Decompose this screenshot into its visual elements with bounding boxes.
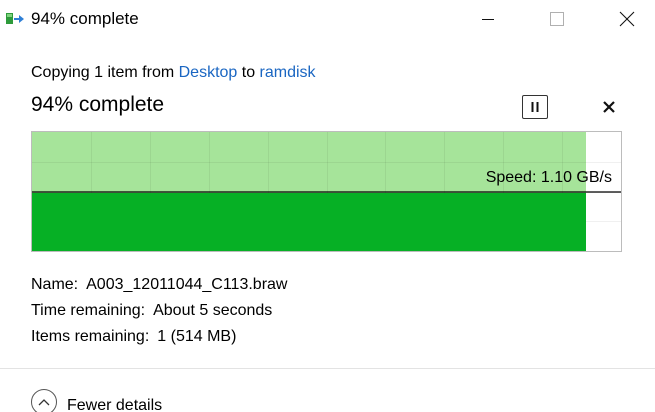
fewer-details-toggle[interactable]: Fewer details	[31, 389, 163, 412]
percent-complete-heading: 94% complete	[31, 93, 165, 116]
footer-divider	[0, 368, 655, 369]
minimize-button[interactable]	[465, 0, 511, 38]
cancel-button[interactable]	[597, 96, 621, 118]
copy-middle: to	[237, 64, 260, 81]
detail-items-row: Items remaining: 1 (514 MB)	[31, 324, 287, 350]
close-icon	[619, 11, 635, 27]
speed-label: Speed: 1.10 GB/s	[485, 169, 612, 186]
chevron-up-icon	[31, 389, 57, 412]
maximize-icon	[550, 12, 564, 26]
close-button[interactable]	[604, 0, 650, 38]
items-remaining-key: Items remaining:	[31, 328, 150, 345]
maximize-button[interactable]	[534, 0, 580, 38]
speed-area	[32, 193, 586, 251]
name-value: A003_12011044_C113.braw	[86, 276, 288, 293]
copy-files-icon	[6, 12, 24, 26]
destination-link[interactable]: ramdisk	[260, 64, 316, 81]
transfer-details: Name: A003_12011044_C113.braw Time remain…	[31, 272, 287, 350]
copy-prefix: Copying 1 item from	[31, 64, 179, 81]
window-title: 94% complete	[31, 9, 139, 28]
detail-time-row: Time remaining: About 5 seconds	[31, 298, 287, 324]
time-remaining-key: Time remaining:	[31, 302, 146, 319]
time-remaining-value: About 5 seconds	[153, 302, 273, 319]
name-key: Name:	[31, 276, 79, 293]
detail-name-row: Name: A003_12011044_C113.braw	[31, 272, 287, 298]
minimize-icon	[482, 19, 494, 20]
pause-icon	[531, 102, 539, 112]
title-bar[interactable]: 94% complete	[0, 0, 655, 38]
speed-graph-canvas	[32, 132, 621, 251]
source-link[interactable]: Desktop	[179, 64, 238, 81]
pause-button[interactable]	[522, 95, 548, 119]
copy-description: Copying 1 item from Desktop to ramdisk	[31, 63, 316, 83]
copy-progress-window: 94% complete Copying 1 item from Desktop…	[0, 0, 655, 412]
transfer-speed-graph: Speed: 1.10 GB/s	[31, 131, 622, 252]
fewer-details-label: Fewer details	[67, 397, 163, 412]
cancel-x-icon	[603, 101, 615, 113]
items-remaining-value: 1 (514 MB)	[157, 328, 237, 345]
